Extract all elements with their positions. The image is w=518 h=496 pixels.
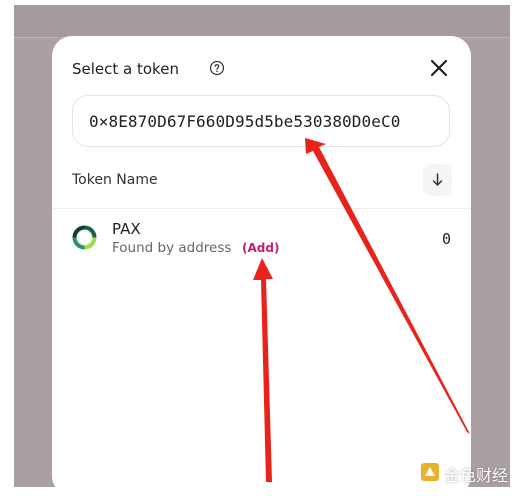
help-icon[interactable] — [209, 60, 225, 76]
watermark-logo-icon — [420, 462, 440, 482]
close-button[interactable] — [427, 56, 451, 80]
token-subtitle: Found by address — [112, 240, 232, 256]
pax-logo-icon — [72, 225, 97, 250]
token-name-column-label: Token Name — [72, 172, 158, 188]
token-search-box[interactable] — [72, 95, 450, 147]
watermark-text: 金色财经 — [444, 466, 509, 485]
modal-title: Select a token — [72, 60, 179, 78]
close-icon — [430, 59, 448, 77]
sort-button[interactable] — [423, 164, 452, 196]
token-row-pax[interactable]: PAX Found by address (Add) 0 — [52, 216, 471, 262]
page-header-bar — [14, 5, 510, 38]
token-balance: 0 — [441, 230, 451, 248]
modal-header: Select a token — [72, 58, 451, 82]
arrow-down-icon — [432, 173, 443, 186]
token-symbol: PAX — [112, 220, 141, 238]
token-search-input[interactable] — [89, 96, 449, 146]
token-list-header: Token Name — [72, 164, 452, 196]
select-token-modal: Select a token Token Name — [52, 36, 471, 496]
add-token-link[interactable]: (Add) — [242, 241, 279, 255]
list-divider — [52, 208, 471, 209]
